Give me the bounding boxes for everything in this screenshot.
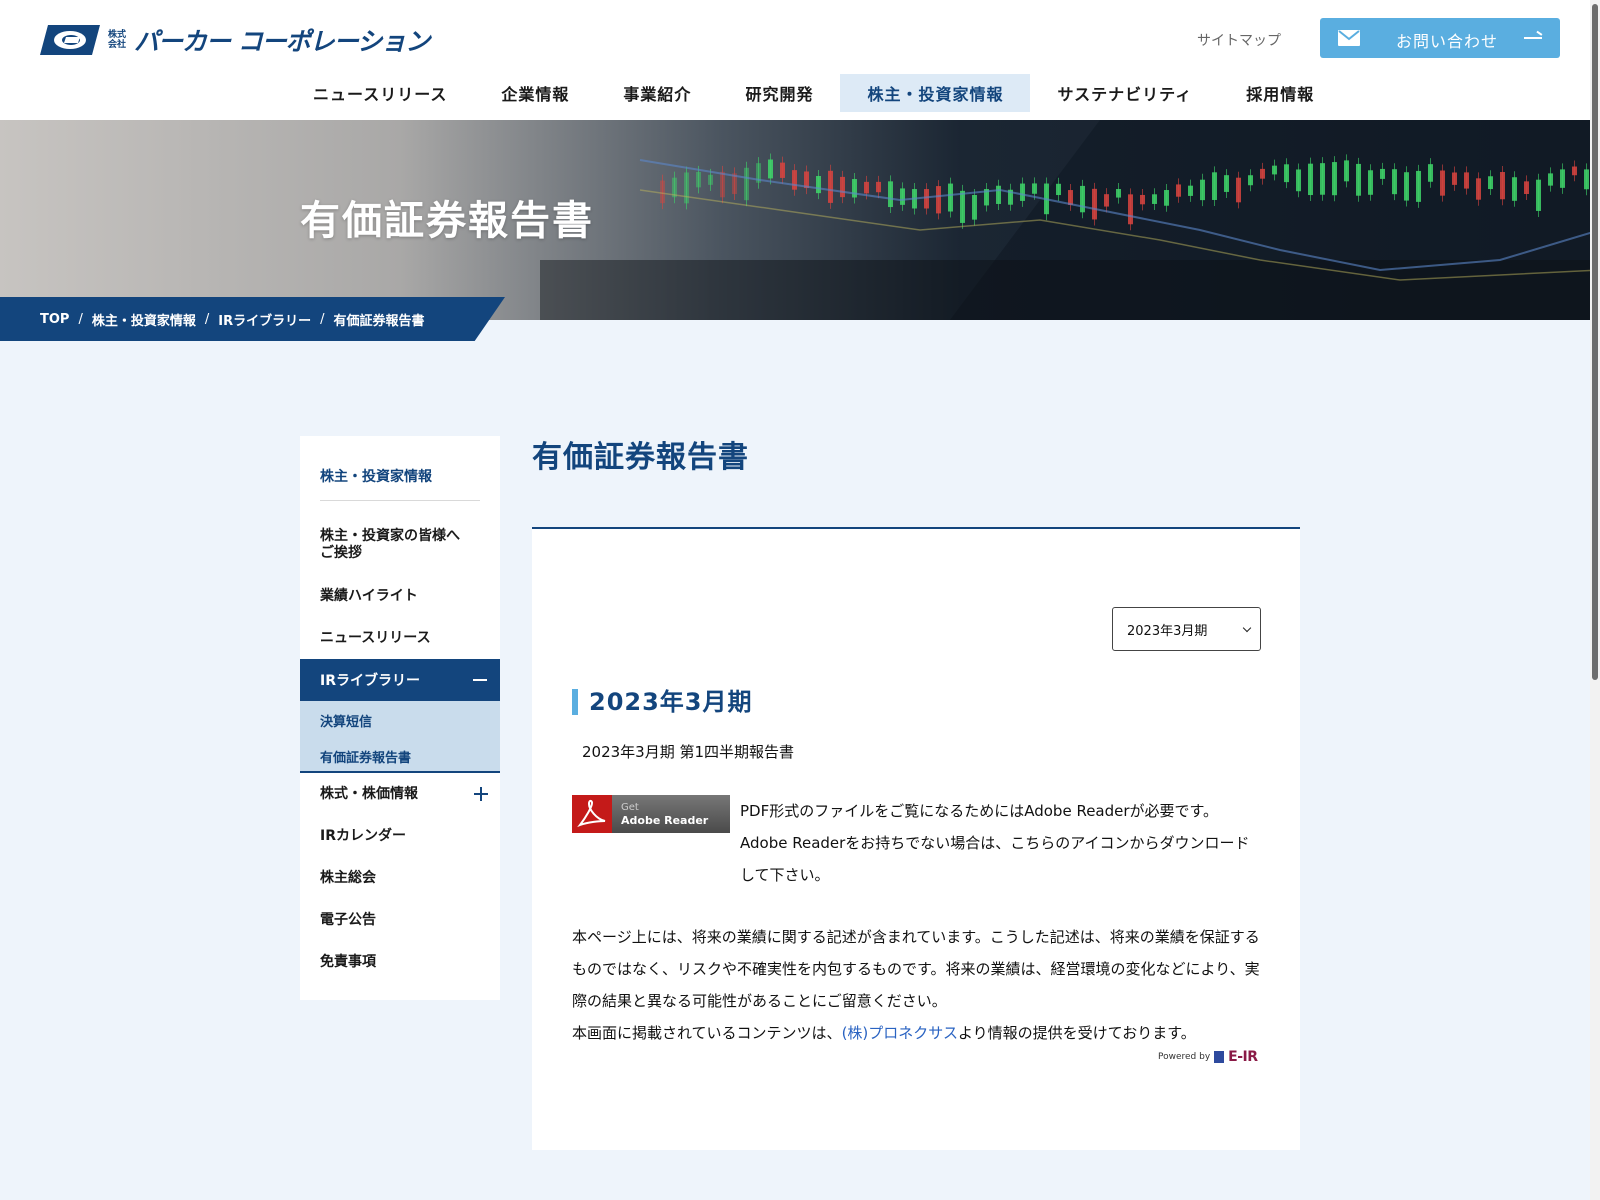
scrollbar-thumb[interactable] (1592, 4, 1598, 680)
logo-mark-icon (40, 25, 100, 55)
page-scrollbar[interactable] (1590, 0, 1600, 1200)
nav-item-ir[interactable]: 株主・投資家情報 (840, 74, 1031, 112)
sidebar-item-label: 株式・株価情報 (320, 786, 418, 802)
chevron-down-icon (1242, 623, 1252, 633)
arrow-right-icon (1524, 37, 1542, 39)
nav-item-business[interactable]: 事業紹介 (596, 74, 718, 112)
global-nav: ニュースリリース 企業情報 事業紹介 研究開発 株主・投資家情報 サステナビリテ… (286, 74, 1341, 112)
period-heading: 2023年3月期 (572, 689, 753, 715)
pdf-note: PDF形式のファイルをご覧になるためにはAdobe Readerが必要です。Ad… (740, 802, 1250, 884)
sidebar-submenu: 決算短信 有価証券報告書 (300, 701, 500, 773)
eir-logo-icon (1214, 1051, 1225, 1063)
get-adobe-reader-button[interactable]: Get Adobe Reader (572, 795, 730, 833)
powered-by-eir[interactable]: Powered by E-IR (1158, 1049, 1258, 1065)
logo-text: パーカー コーポレーション (134, 27, 430, 56)
sidebar-subitem-yuho[interactable]: 有価証券報告書 (320, 747, 411, 766)
sidebar-item-label: IRライブラリー (320, 673, 420, 689)
nav-item-news[interactable]: ニュースリリース (286, 74, 474, 112)
contact-button[interactable]: お問い合わせ (1320, 18, 1560, 58)
sidebar-item-ir-library[interactable]: IRライブラリー (300, 659, 500, 701)
powered-by-label: Powered by (1158, 1052, 1211, 1062)
nav-item-recruit[interactable]: 採用情報 (1219, 74, 1341, 112)
hero-title: 有価証券報告書 (300, 198, 594, 244)
breadcrumb-separator: / (204, 311, 210, 327)
sidebar-item-highlights[interactable]: 業績ハイライト (320, 588, 418, 605)
sitemap-link[interactable]: サイトマップ (1197, 30, 1281, 50)
breadcrumb-top[interactable]: TOP (40, 312, 69, 327)
breadcrumb-ir-library[interactable]: IRライブラリー (218, 310, 311, 329)
sidebar-heading[interactable]: 株主・投資家情報 (320, 466, 432, 486)
provider-prefix: 本画面に掲載されているコンテンツは、 (572, 1024, 842, 1042)
sidebar-subitem-tanshin[interactable]: 決算短信 (320, 711, 372, 730)
period-select[interactable]: 2023年3月期 (1112, 607, 1261, 651)
provider-suffix: より情報の提供を受けております。 (957, 1024, 1196, 1042)
sidebar-item-stock[interactable]: 株式・株価情報 (320, 786, 490, 803)
breadcrumb-current: 有価証券報告書 (333, 313, 425, 329)
data-provider-note: 本画面に掲載されているコンテンツは、(株)プロネクサスより情報の提供を受けており… (572, 1017, 1196, 1049)
sidebar-divider (320, 500, 480, 501)
nav-item-company[interactable]: 企業情報 (474, 74, 596, 112)
breadcrumb-separator: / (78, 311, 83, 327)
eir-logo-text: E-IR (1228, 1049, 1258, 1065)
breadcrumb-ir[interactable]: 株主・投資家情報 (92, 310, 196, 329)
breadcrumb: TOP / 株主・投資家情報 / IRライブラリー / 有価証券報告書 (0, 297, 505, 341)
site-header: 株式 会社 パーカー コーポレーション サイトマップ お問い合わせ ニュースリリ… (0, 0, 1600, 120)
hero-stock-chart-image (540, 120, 1600, 320)
sidebar-item-calendar[interactable]: IRカレンダー (320, 828, 406, 845)
adobe-reader-text: Adobe Reader (621, 814, 709, 827)
hero-banner: 有価証券報告書 (0, 120, 1600, 320)
nav-item-research[interactable]: 研究開発 (718, 74, 840, 112)
expand-plus-icon[interactable] (474, 787, 488, 801)
sidebar-item-meeting[interactable]: 株主総会 (320, 870, 376, 887)
sidebar: 株主・投資家情報 株主・投資家の皆様へ ご挨拶 業績ハイライト ニュースリリース… (300, 436, 500, 1000)
breadcrumb-separator: / (320, 311, 325, 327)
sidebar-item-news[interactable]: ニュースリリース (320, 630, 431, 647)
disclaimer-text: 本ページ上には、将来の業績に関する記述が含まれています。こうした記述は、将来の業… (572, 928, 1260, 1010)
collapse-minus-icon[interactable] (473, 679, 487, 681)
nav-item-sustainability[interactable]: サステナビリティ (1030, 74, 1219, 112)
pronexus-link[interactable]: (株)プロネクサス (842, 1024, 958, 1042)
sidebar-item-public-notice[interactable]: 電子公告 (320, 912, 376, 929)
adobe-get-text: Get (621, 802, 639, 813)
sidebar-item-greeting[interactable]: 株主・投資家の皆様へ ご挨拶 (320, 528, 460, 562)
contact-label: お問い合わせ (1396, 32, 1499, 51)
adobe-logo-icon (572, 795, 612, 833)
period-select-value: 2023年3月期 (1127, 623, 1208, 639)
report-link[interactable]: 2023年3月期 第1四半期報告書 (582, 741, 794, 762)
content-card: 2023年3月期 2023年3月期 2023年3月期 第1四半期報告書 Get … (532, 527, 1300, 1150)
company-logo[interactable]: 株式 会社 パーカー コーポレーション (40, 24, 430, 56)
sidebar-item-disclaimer[interactable]: 免責事項 (320, 954, 376, 971)
page-title: 有価証券報告書 (532, 440, 749, 475)
mail-icon (1338, 30, 1360, 46)
logo-kabushiki: 株式 会社 (108, 30, 127, 50)
